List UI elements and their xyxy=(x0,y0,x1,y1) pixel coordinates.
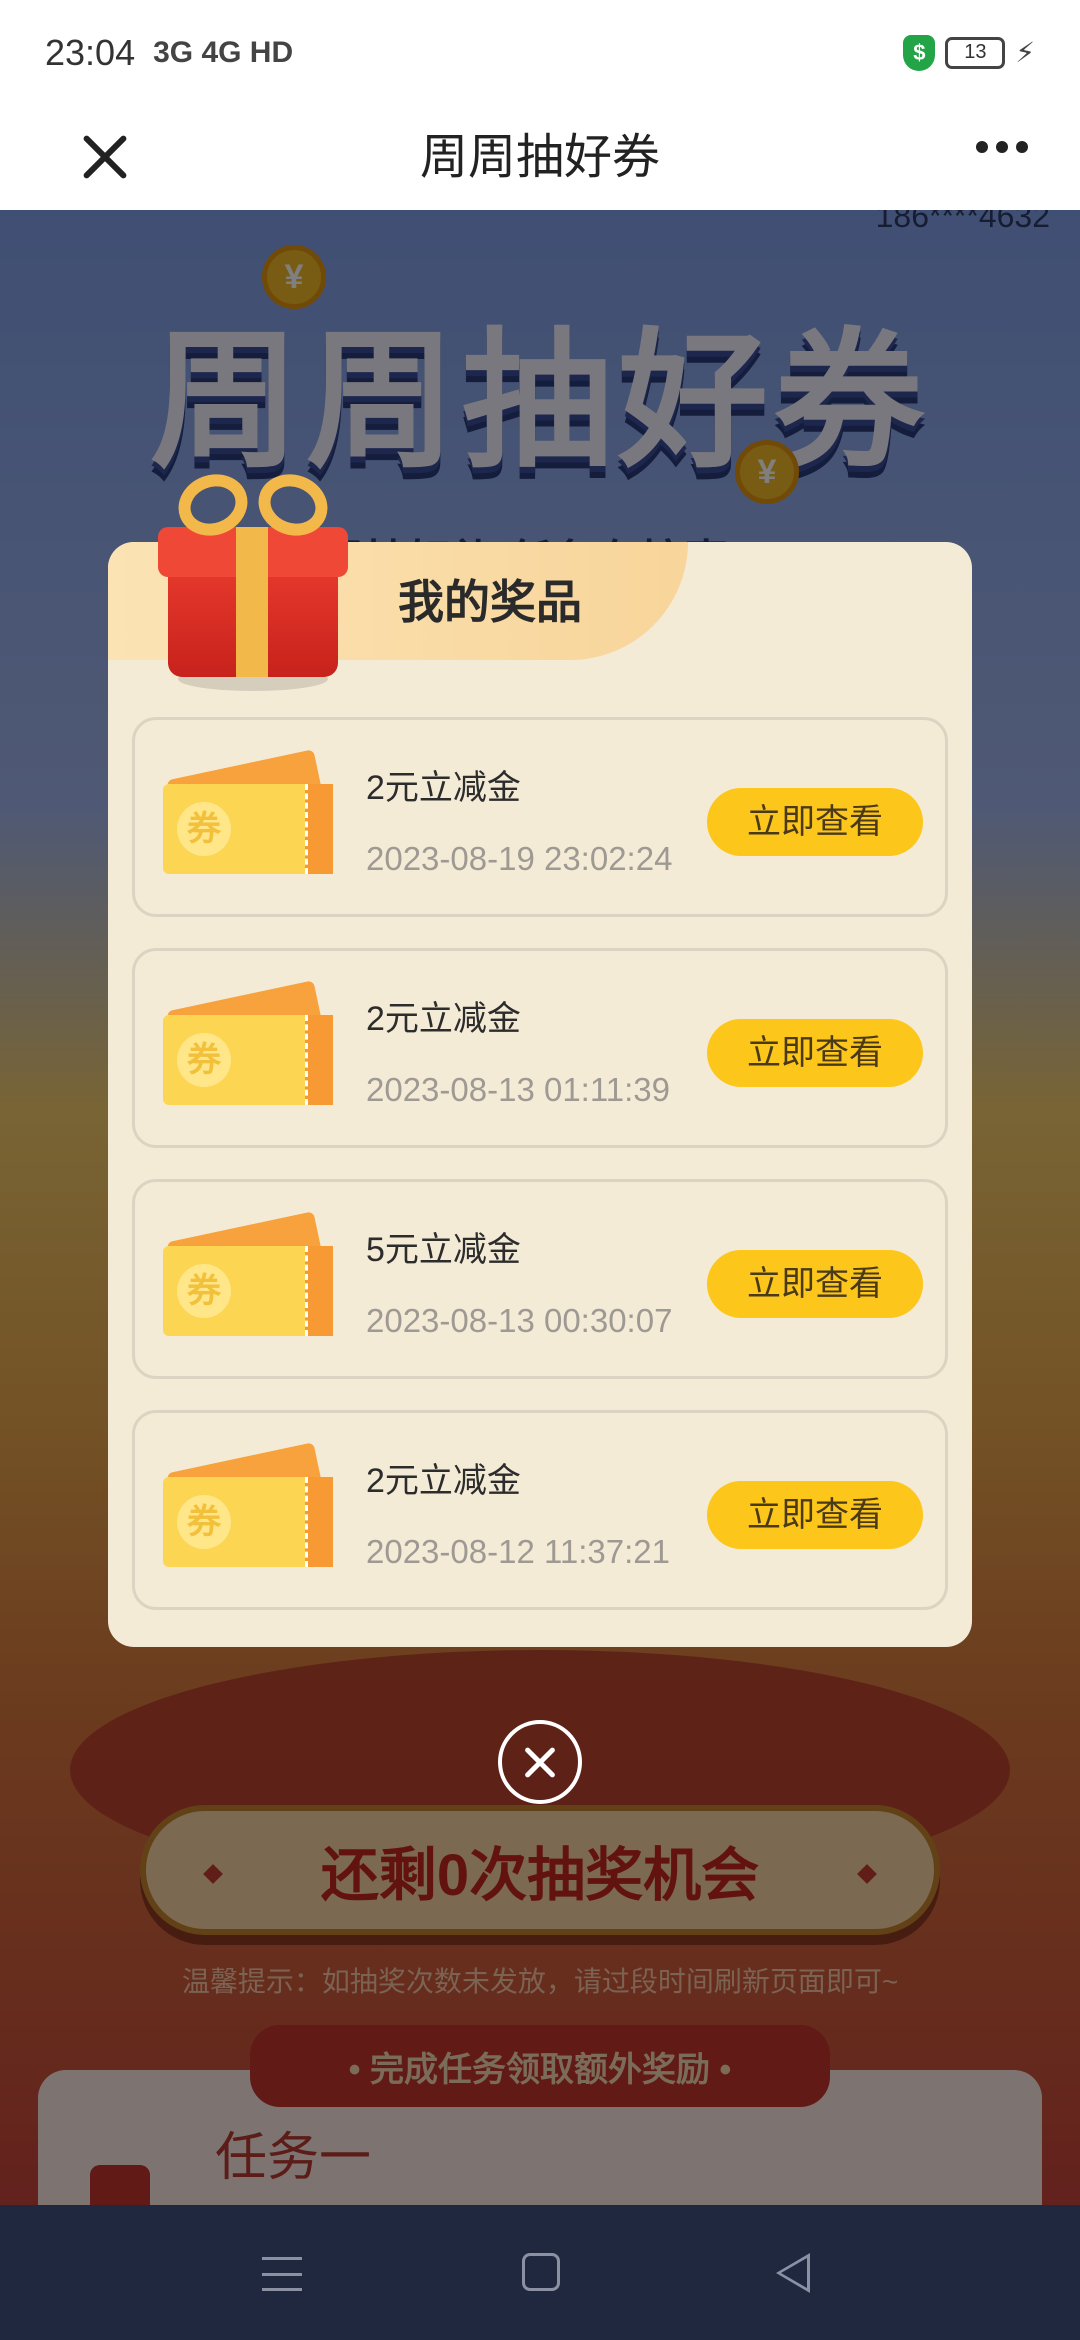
view-now-button[interactable]: 立即查看 xyxy=(707,1250,923,1318)
page-title: 周周抽好券 xyxy=(419,131,660,184)
prize-card: 券 2元立减金 2023-08-13 01:11:39 立即查看 xyxy=(132,948,948,1148)
prize-name: 2元立减金 xyxy=(366,769,521,807)
status-time: 23:04 xyxy=(45,31,136,73)
charging-icon: ⚡ xyxy=(1015,37,1035,68)
coupon-glyph: 券 xyxy=(177,1495,231,1549)
view-now-button[interactable]: 立即查看 xyxy=(707,1481,923,1549)
prize-name: 5元立减金 xyxy=(366,1231,521,1269)
back-icon[interactable] xyxy=(776,2253,810,2293)
view-now-button[interactable]: 立即查看 xyxy=(707,788,923,856)
system-nav-bar xyxy=(0,2205,1080,2340)
menu-icon[interactable] xyxy=(262,2257,302,2291)
prize-name: 2元立减金 xyxy=(366,1000,521,1038)
prize-date: 2023-08-13 01:11:39 xyxy=(366,1071,670,1108)
battery-icon: 13 xyxy=(945,36,1006,69)
coupon-glyph: 券 xyxy=(177,802,231,856)
status-bar: 23:04 3G 4G HD $ 13 ⚡ xyxy=(0,0,1080,105)
network-indicator: 3G 4G HD xyxy=(153,35,294,69)
prize-card: 券 5元立减金 2023-08-13 00:30:07 立即查看 xyxy=(132,1179,948,1379)
coupon-icon: 券 xyxy=(163,1211,338,1336)
prize-name: 2元立减金 xyxy=(366,1462,521,1500)
prize-list: 券 2元立减金 2023-08-19 23:02:24 立即查看 券 2元立减金… xyxy=(132,717,948,1641)
prizes-modal: 我的奖品 券 2元立减金 2023-08-19 23:02:24 立即查看 券 … xyxy=(108,464,972,1647)
coupon-glyph: 券 xyxy=(177,1264,231,1318)
more-icon[interactable] xyxy=(976,141,1028,153)
prize-card: 券 2元立减金 2023-08-12 11:37:21 立即查看 xyxy=(132,1410,948,1610)
home-icon[interactable] xyxy=(522,2253,560,2291)
gift-box-icon xyxy=(148,464,348,691)
status-right: $ 13 ⚡ xyxy=(903,34,1035,71)
coupon-icon: 券 xyxy=(163,980,338,1105)
view-now-button[interactable]: 立即查看 xyxy=(707,1019,923,1087)
close-icon[interactable] xyxy=(72,125,136,189)
prize-date: 2023-08-12 11:37:21 xyxy=(366,1533,670,1570)
coupon-icon: 券 xyxy=(163,1442,338,1567)
prize-card: 券 2元立减金 2023-08-19 23:02:24 立即查看 xyxy=(132,717,948,917)
coupon-glyph: 券 xyxy=(177,1033,231,1087)
shield-icon: $ xyxy=(903,34,936,71)
prize-date: 2023-08-19 23:02:24 xyxy=(366,840,673,877)
prize-date: 2023-08-13 00:30:07 xyxy=(366,1302,673,1339)
modal-close-icon[interactable] xyxy=(498,1720,582,1804)
coupon-icon: 券 xyxy=(163,749,338,874)
nav-bar: 周周抽好券 xyxy=(0,105,1080,210)
modal-title: 我的奖品 xyxy=(398,576,582,628)
